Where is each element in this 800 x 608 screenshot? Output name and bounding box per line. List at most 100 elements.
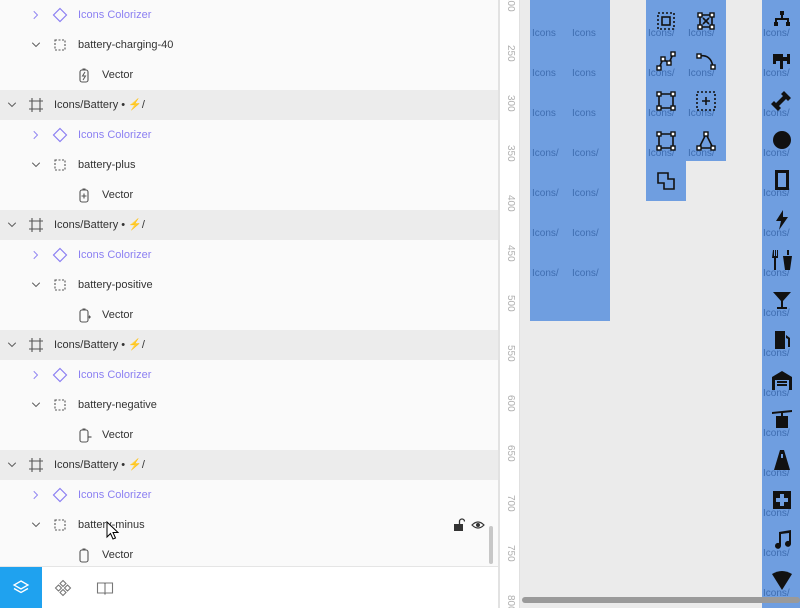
component-icon xyxy=(52,487,68,503)
layer-row-frame[interactable]: Icons/Battery • ⚡/ xyxy=(0,210,498,240)
artboard-name-label[interactable]: Icons/ xyxy=(532,148,559,159)
chevron-down-icon[interactable] xyxy=(30,399,42,411)
design-canvas[interactable]: Icons Icons Icons Icons Icons Icons Icons/Icon… xyxy=(520,0,800,608)
library-tab[interactable] xyxy=(84,567,126,608)
chevron-right-icon[interactable] xyxy=(30,249,42,261)
layer-row-frame[interactable]: Icons/Battery • ⚡/ xyxy=(0,330,498,360)
layer-row-component[interactable]: Icons Colorizer xyxy=(0,480,498,510)
lightning-icon[interactable] xyxy=(770,208,794,232)
layers-tab[interactable] xyxy=(0,567,42,608)
artboard-name-label[interactable]: Icons/ xyxy=(572,268,599,279)
visibility-eye-icon[interactable] xyxy=(471,520,485,530)
globe-icon[interactable] xyxy=(770,128,794,152)
food-drink-icon[interactable] xyxy=(770,248,794,272)
group-icon xyxy=(52,397,68,413)
ruler-tick-label: 250 xyxy=(505,45,516,62)
group-icon xyxy=(52,37,68,53)
wrench-icon[interactable] xyxy=(770,88,794,112)
layer-name: Icons/Battery • ⚡/ xyxy=(54,339,145,351)
mouse-cursor-icon xyxy=(106,521,120,540)
chevron-down-icon[interactable] xyxy=(30,519,42,531)
curve-nodes-icon[interactable] xyxy=(694,49,718,73)
layer-row-group[interactable]: battery-positive xyxy=(0,270,498,300)
union-squares-icon[interactable] xyxy=(654,169,678,193)
layer-row-frame[interactable]: Icons/Battery • ⚡/ xyxy=(0,450,498,480)
pizza-icon[interactable] xyxy=(770,568,794,592)
layer-row-group[interactable]: battery-minus xyxy=(0,510,498,540)
chevron-down-icon[interactable] xyxy=(30,279,42,291)
triangle-nodes-icon[interactable] xyxy=(694,129,718,153)
medical-icon[interactable] xyxy=(770,488,794,512)
bottom-tab-bar xyxy=(0,566,498,608)
layer-row-group[interactable]: battery-charging-40 xyxy=(0,30,498,60)
chevron-down-icon[interactable] xyxy=(6,459,18,471)
frame-icon xyxy=(28,457,44,473)
artboard-name-label[interactable]: Icons/ xyxy=(532,188,559,199)
layer-row-group[interactable]: battery-plus xyxy=(0,150,498,180)
artboard-name-label[interactable]: Icons/ xyxy=(572,188,599,199)
artboard-name-label[interactable]: Icons/ xyxy=(532,228,559,239)
chevron-right-icon[interactable] xyxy=(30,489,42,501)
ruler-tick-label: 700 xyxy=(505,495,516,512)
artboard-name-label[interactable]: Icons xyxy=(532,108,556,119)
artboard-name-label[interactable]: Icons xyxy=(532,28,556,39)
ruler-tick-label: 550 xyxy=(505,345,516,362)
components-tab[interactable] xyxy=(42,567,84,608)
layers-scrollbar[interactable] xyxy=(489,526,493,564)
artboard-name-label[interactable]: Icons/ xyxy=(532,268,559,279)
components-icon xyxy=(54,579,72,597)
path-nodes-icon[interactable] xyxy=(654,49,678,73)
gondola-icon[interactable] xyxy=(770,408,794,432)
select-frame-icon[interactable] xyxy=(654,9,678,33)
battery-icon xyxy=(76,547,92,563)
chevron-down-icon[interactable] xyxy=(6,219,18,231)
layer-row-vector[interactable]: Vector xyxy=(0,60,498,90)
layer-row-component[interactable]: Icons Colorizer xyxy=(0,120,498,150)
node-box-icon[interactable] xyxy=(694,9,718,33)
book-icon xyxy=(96,582,114,596)
hierarchy-icon[interactable] xyxy=(770,8,794,32)
garage-icon[interactable] xyxy=(770,368,794,392)
layer-row-vector[interactable]: Vector xyxy=(0,180,498,210)
chevron-right-icon[interactable] xyxy=(30,9,42,21)
artboard-name-label[interactable]: Icons/ xyxy=(572,228,599,239)
layer-name: battery-plus xyxy=(78,159,136,171)
layer-row-group[interactable]: battery-negative xyxy=(0,390,498,420)
ruler-tick-label: 450 xyxy=(505,245,516,262)
layer-row-vector[interactable]: Vector xyxy=(0,540,498,566)
selection-dashed-icon[interactable] xyxy=(694,89,718,113)
unlock-icon[interactable] xyxy=(453,518,465,532)
layer-name: Icons/Battery • ⚡/ xyxy=(54,219,145,231)
layer-name: Vector xyxy=(102,429,134,441)
chevron-down-icon[interactable] xyxy=(6,99,18,111)
bounding-box-icon[interactable] xyxy=(654,89,678,113)
artboard-name-label[interactable]: Icons/ xyxy=(572,148,599,159)
film-icon[interactable] xyxy=(770,168,794,192)
layer-row-vector[interactable]: Vector xyxy=(0,420,498,450)
chevron-down-icon[interactable] xyxy=(30,39,42,51)
square-nodes-icon[interactable] xyxy=(654,129,678,153)
layer-row-component[interactable]: Icons Colorizer xyxy=(0,360,498,390)
layer-row-component[interactable]: Icons Colorizer xyxy=(0,240,498,270)
artboard-name-label[interactable]: Icons xyxy=(572,68,596,79)
pipe-valve-icon[interactable] xyxy=(770,48,794,72)
chevron-down-icon[interactable] xyxy=(6,339,18,351)
battery-negative-icon xyxy=(76,427,92,443)
layer-row-frame[interactable]: Icons/Battery • ⚡/ xyxy=(0,90,498,120)
layer-row-component[interactable]: Icons Colorizer xyxy=(0,0,498,30)
chevron-right-icon[interactable] xyxy=(30,369,42,381)
battery-charging-icon xyxy=(76,67,92,83)
ruler-tick-label: 350 xyxy=(505,145,516,162)
layer-row-vector[interactable]: Vector xyxy=(0,300,498,330)
canvas-horizontal-scrollbar[interactable] xyxy=(522,597,800,603)
artboard-name-label[interactable]: Icons xyxy=(572,28,596,39)
chevron-down-icon[interactable] xyxy=(30,159,42,171)
artboard-name-label[interactable]: Icons xyxy=(532,68,556,79)
cocktail-icon[interactable] xyxy=(770,288,794,312)
music-icon[interactable] xyxy=(770,528,794,552)
layer-name: Icons/Battery • ⚡/ xyxy=(54,99,145,111)
artboard-name-label[interactable]: Icons xyxy=(572,108,596,119)
highway-icon[interactable] xyxy=(770,448,794,472)
fuel-icon[interactable] xyxy=(770,328,794,352)
chevron-right-icon[interactable] xyxy=(30,129,42,141)
